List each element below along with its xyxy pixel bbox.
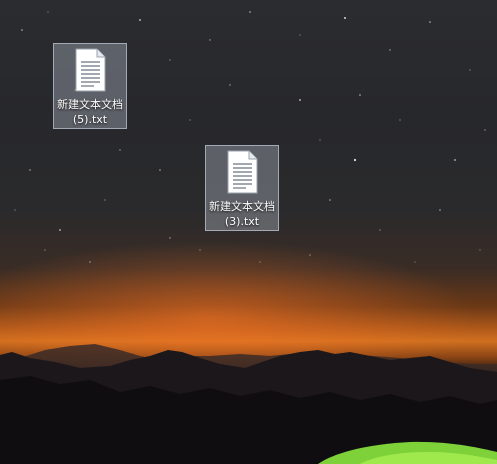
desktop-icon-file-5[interactable]: 新建文本文档 (5).txt	[53, 43, 127, 129]
text-file-icon	[227, 150, 258, 194]
desktop-icon-label: 新建文本文档 (3).txt	[206, 199, 278, 229]
text-file-icon	[75, 48, 106, 92]
desktop-icon-label: 新建文本文档 (5).txt	[54, 97, 126, 127]
file-name-line2: (5).txt	[72, 113, 108, 126]
file-name-line2: (3).txt	[224, 215, 260, 228]
file-name-line1: 新建文本文档	[57, 98, 123, 111]
file-name-line1: 新建文本文档	[209, 200, 275, 213]
desktop-icon-file-3[interactable]: 新建文本文档 (3).txt	[205, 145, 279, 231]
desktop[interactable]: 新建文本文档 (5).txt 新建文本文档 (3).txt	[0, 0, 497, 464]
